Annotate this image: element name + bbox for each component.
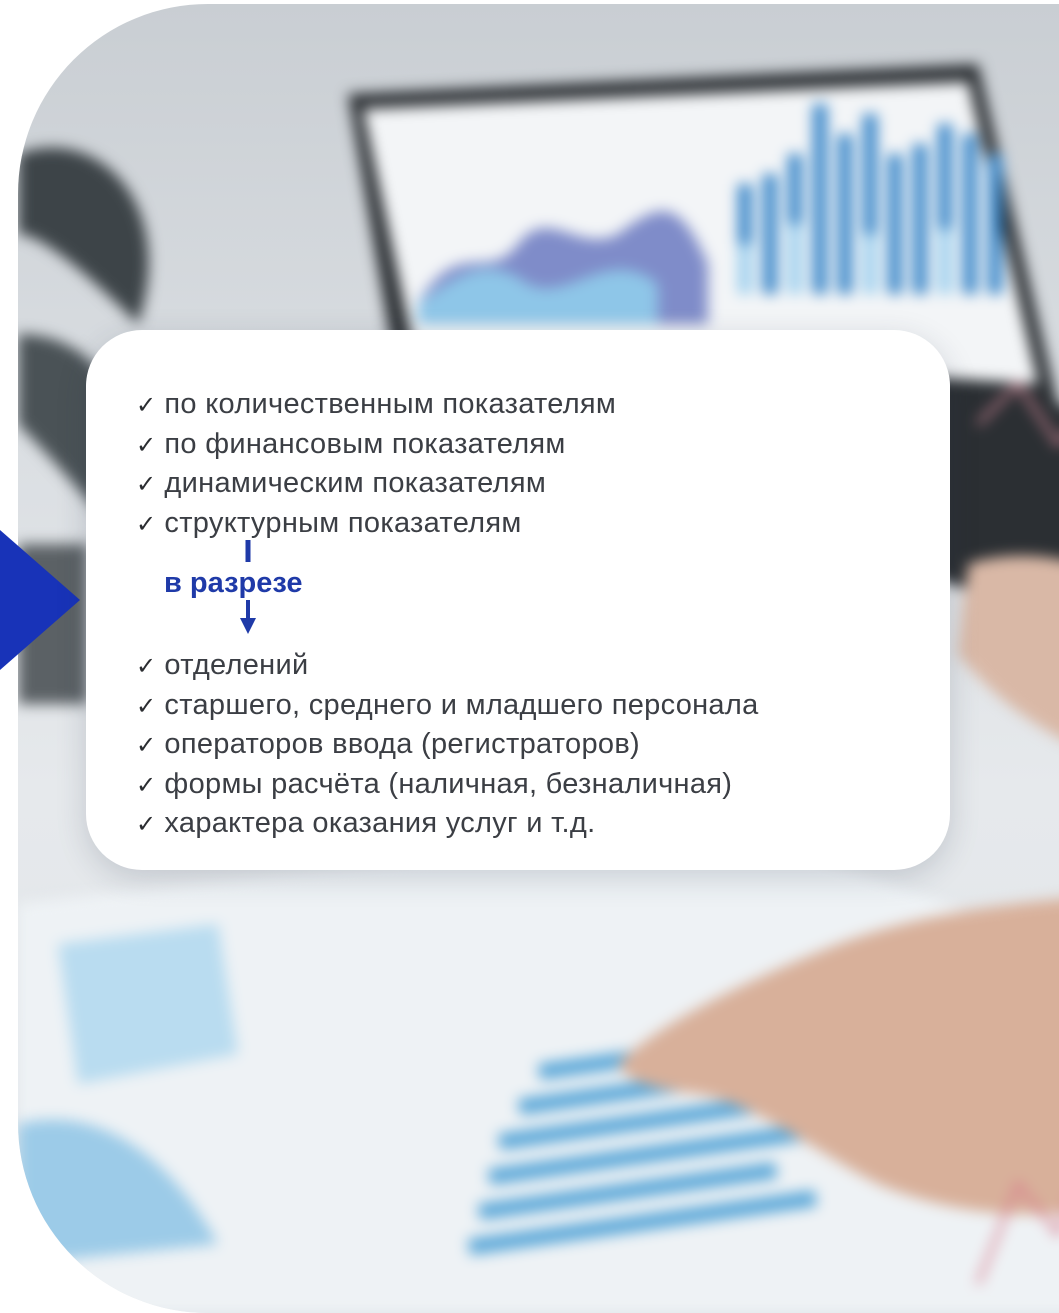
list-item: ✓ структурным показателям: [136, 504, 616, 544]
list-item-label: по финансовым показателям: [164, 427, 566, 460]
list-item: ✓ по количественным показателям: [136, 385, 616, 425]
checkmark-icon: ✓: [136, 470, 157, 498]
secondary-list: ✓ отделений ✓ старшего, среднего и младшег…: [136, 646, 759, 844]
checkmark-icon: ✓: [136, 391, 157, 419]
connector-label: в разрезе: [164, 567, 303, 599]
page: ✓ по количественным показателям ✓ по финан…: [0, 0, 1059, 1313]
checkmark-icon: ✓: [136, 430, 157, 459]
primary-list: ✓ по количественным показателям ✓ по финан…: [136, 385, 616, 543]
list-item-label: динамическим показателям: [164, 467, 547, 499]
checkmark-icon: ✓: [136, 770, 157, 799]
list-item: ✓ старшего, среднего и младшего персонала: [136, 686, 759, 726]
list-item-label: структурным показателям: [164, 506, 522, 539]
list-item-label: по количественным показателям: [164, 388, 617, 420]
checkmark-icon: ✓: [136, 691, 157, 720]
list-item-label: формы расчёта (наличная, безналичная): [164, 767, 733, 800]
list-item-label: операторов ввода (регистраторов): [164, 728, 640, 760]
list-item-label: отделений: [164, 649, 309, 681]
list-item: ✓ отделений: [136, 646, 759, 686]
list-item: ✓ операторов ввода (регистраторов): [136, 725, 759, 765]
list-item: ✓ формы расчёта (наличная, безналичная): [136, 765, 759, 805]
list-item: ✓ характера оказания услуг и т.д.: [136, 804, 759, 844]
list-item-label: старшего, среднего и младшего персонала: [164, 688, 759, 721]
checkmark-icon: ✓: [136, 652, 157, 680]
checkmark-icon: ✓: [136, 731, 157, 759]
list-item: ✓ динамическим показателям: [136, 464, 616, 504]
checkmark-icon: ✓: [136, 509, 157, 538]
info-card: ✓ по количественным показателям ✓ по финан…: [86, 330, 950, 870]
checkmark-icon: ✓: [136, 810, 157, 838]
list-item: ✓ по финансовым показателям: [136, 425, 616, 465]
list-item-label: характера оказания услуг и т.д.: [164, 807, 596, 839]
connector-arrowhead: [240, 618, 256, 634]
